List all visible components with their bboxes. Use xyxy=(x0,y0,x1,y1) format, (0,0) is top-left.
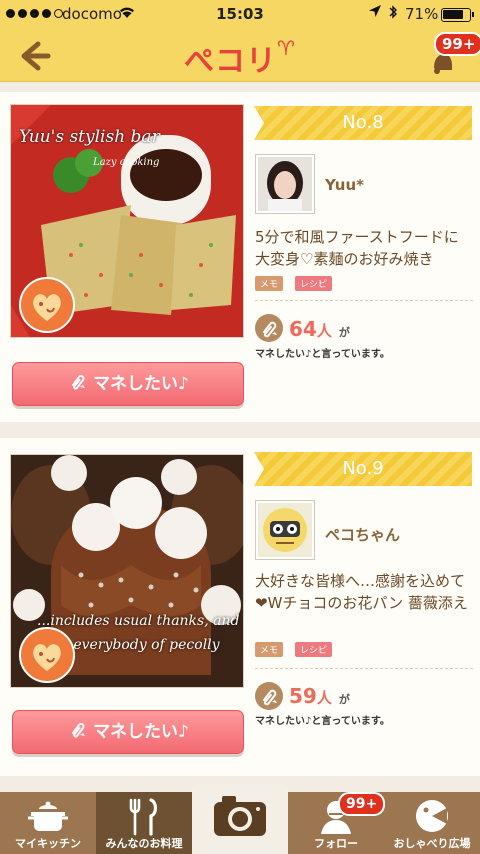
photo-caption: to everybody of pecolly xyxy=(54,637,220,653)
copy-count-number: 59 xyxy=(289,684,317,708)
photo-caption: Lazy cooking xyxy=(93,157,160,168)
fork-knife-icon xyxy=(129,798,158,836)
copy-count-text: マネしたい♪と言っています。 xyxy=(255,349,390,360)
clip-icon xyxy=(72,375,86,390)
post-photo[interactable]: ...includes usual thanks, and to everybo… xyxy=(10,454,244,688)
post-card: ...includes usual thanks, and to everybo… xyxy=(0,438,480,776)
status-bar: docomo 15:03 71% xyxy=(0,0,480,30)
camera-icon xyxy=(214,796,266,836)
button-label: マネしたい♪ xyxy=(93,722,189,742)
rooster-icon: ♈ xyxy=(277,36,296,60)
copy-count-unit: 人 xyxy=(316,322,332,340)
chat-face-icon xyxy=(416,800,448,832)
tab-label: フォロー xyxy=(314,837,358,850)
tab-my-kitchen[interactable]: マイキッチン xyxy=(0,792,96,854)
avatar[interactable] xyxy=(255,154,315,214)
tab-label: みんなのお料理 xyxy=(105,837,183,850)
app-logo: ぺコリ♈ xyxy=(184,36,296,79)
notification-button[interactable]: 99+ xyxy=(426,32,480,78)
post-photo[interactable]: Yuu's stylish bar Lazy cooking xyxy=(10,104,244,338)
bluetooth-icon xyxy=(388,4,398,24)
recipe-title[interactable]: 大好きな皆様へ…感謝を込めて❤Wチョコのお花パン 薔薇添え xyxy=(255,570,473,614)
tag-memo: メモ xyxy=(255,642,284,657)
button-label: マネしたい♪ xyxy=(93,374,189,394)
tag-memo: メモ xyxy=(255,276,284,291)
username[interactable]: Yuu* xyxy=(325,176,364,194)
recipe-title[interactable]: 5分で和風ファーストフードに大変身♡素麺のお好み焼き xyxy=(255,226,473,270)
like-heart-icon[interactable] xyxy=(19,627,75,683)
photo-caption: Yuu's stylish bar xyxy=(19,127,160,147)
tab-chat-plaza[interactable]: おしゃべり広場 xyxy=(384,792,480,854)
battery-percent: 71% xyxy=(405,5,439,23)
tab-label: おしゃべり広場 xyxy=(393,837,471,850)
follow-badge: 99+ xyxy=(338,792,386,816)
tab-follow[interactable]: 99+ フォロー xyxy=(288,792,386,854)
tab-camera[interactable] xyxy=(192,784,288,854)
copy-count: 64人 が xyxy=(289,317,350,341)
battery-icon xyxy=(441,8,474,22)
copy-count-suffix: が xyxy=(338,693,350,706)
divider xyxy=(255,300,473,301)
copy-clip-icon xyxy=(255,314,283,342)
avatar[interactable] xyxy=(255,500,315,560)
rank-banner: No.8 xyxy=(254,106,472,140)
copy-clip-icon xyxy=(255,682,283,710)
notification-badge: 99+ xyxy=(434,32,480,56)
tab-everyones-dishes[interactable]: みんなのお料理 xyxy=(96,792,192,854)
mane-shitai-button[interactable]: マネしたい♪ xyxy=(12,362,244,406)
tag-list: メモ レシピ xyxy=(255,276,333,291)
copy-count-text: マネしたい♪と言っています。 xyxy=(255,716,390,727)
tag-list: メモ レシピ xyxy=(255,642,333,657)
pot-icon xyxy=(28,801,68,831)
clip-icon xyxy=(72,723,86,738)
post-card: Yuu's stylish bar Lazy cooking No.8 Yuu*… xyxy=(0,92,480,422)
header-bar: ぺコリ♈ 99+ xyxy=(0,30,480,82)
tag-recipe: レシピ xyxy=(295,276,333,291)
copy-count-unit: 人 xyxy=(316,689,332,707)
copy-count-number: 64 xyxy=(289,317,317,341)
tab-label: マイキッチン xyxy=(15,837,81,850)
copy-count: 59人 が xyxy=(289,684,350,708)
location-icon xyxy=(368,4,382,22)
divider xyxy=(255,668,473,669)
tag-recipe: レシピ xyxy=(295,642,333,657)
mane-shitai-button[interactable]: マネしたい♪ xyxy=(12,710,244,754)
like-heart-icon[interactable] xyxy=(19,277,75,333)
copy-count-suffix: が xyxy=(338,326,350,339)
username[interactable]: ペコちゃん xyxy=(325,524,400,545)
rank-banner: No.9 xyxy=(254,452,472,486)
